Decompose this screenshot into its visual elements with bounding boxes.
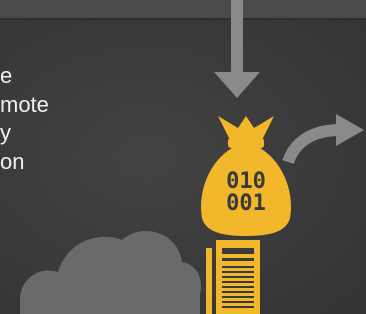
- caption-line-1: e: [0, 63, 13, 88]
- curved-arrow-icon: [282, 114, 364, 165]
- caption-line-3: y: [0, 120, 11, 145]
- cloud-icon: [20, 231, 201, 314]
- caption-line-4: on: [0, 148, 25, 174]
- server-tower-icon: [206, 240, 260, 314]
- illustration: e mote y on 010 001: [0, 0, 366, 314]
- money-bag-icon: 010 001: [201, 116, 291, 236]
- top-band-edge: [0, 18, 366, 20]
- top-band: [0, 0, 366, 18]
- down-arrow-icon: [214, 0, 260, 98]
- bag-line-2: 001: [226, 191, 266, 216]
- caption-text: e mote y on: [0, 62, 120, 176]
- caption-line-2: mote: [0, 91, 49, 117]
